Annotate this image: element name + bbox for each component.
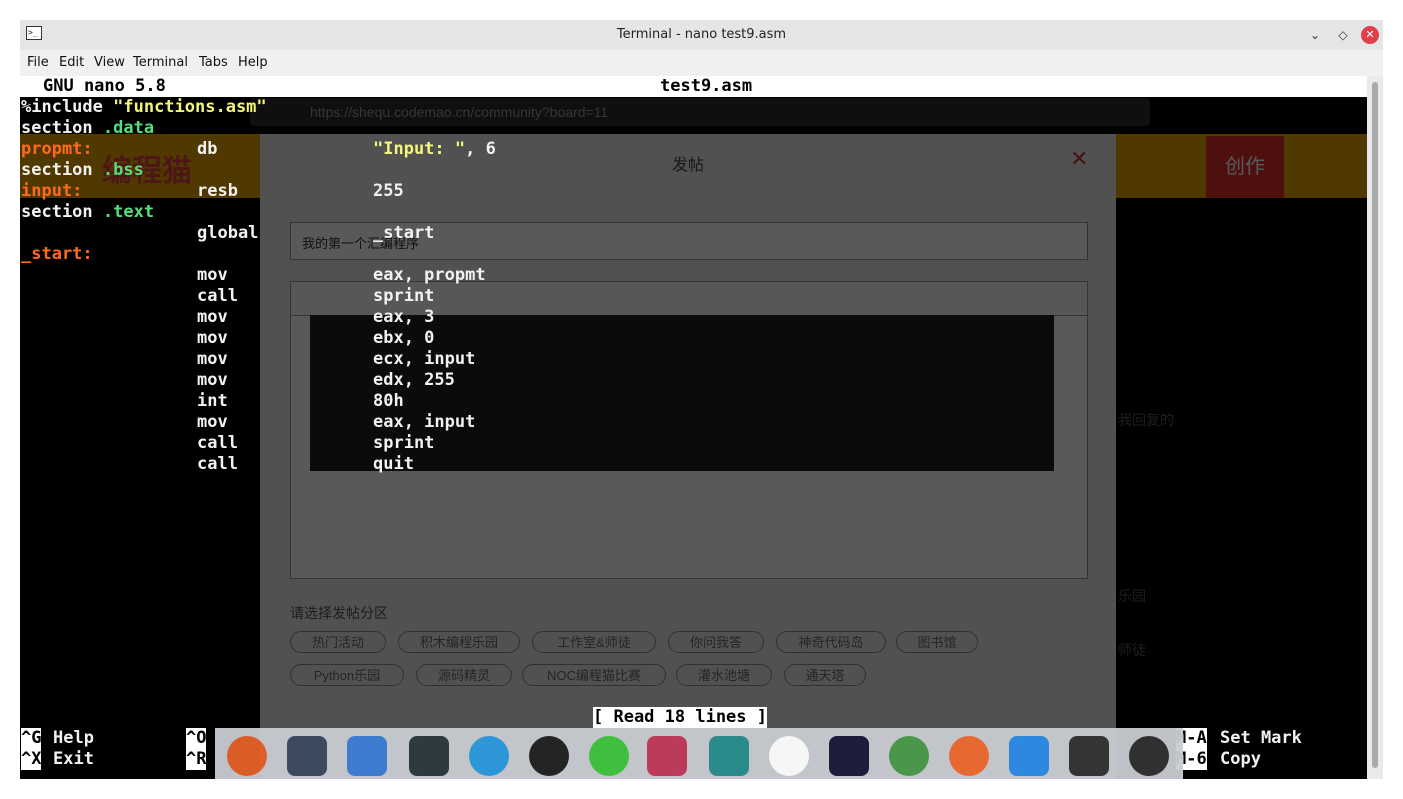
code-op: int: [197, 391, 228, 411]
code-arg: 255: [373, 181, 404, 201]
section-prompt: 请选择发帖分区: [290, 605, 388, 621]
code-label: propmt:: [21, 139, 93, 159]
dialog-title: 发帖: [672, 157, 705, 174]
minimize-icon[interactable]: ⌄: [1306, 26, 1324, 44]
pen-icon[interactable]: [949, 736, 989, 776]
maximize-icon[interactable]: ◇: [1334, 26, 1352, 44]
code-arg: ecx, input: [373, 349, 476, 369]
shortcut-key: ^X: [21, 749, 42, 770]
dock: [215, 728, 1183, 779]
side-item: 乐园: [1118, 588, 1146, 604]
document-icon[interactable]: [1009, 736, 1049, 776]
shortcut-key: ^O: [186, 728, 207, 749]
code-op: mov: [197, 307, 228, 327]
create-button: 创作: [1206, 136, 1284, 198]
media-icon[interactable]: [709, 736, 749, 776]
code-arg: sprint: [373, 286, 435, 306]
code-op: call: [197, 454, 238, 474]
menu-tabs[interactable]: Tabs: [199, 55, 228, 70]
section-chip: 通天塔: [784, 664, 866, 686]
screenshot-icon[interactable]: [647, 736, 687, 776]
code-arg: sprint: [373, 433, 435, 453]
music-icon[interactable]: [1129, 736, 1169, 776]
close-icon[interactable]: ✕: [1361, 26, 1379, 44]
code-arg: eax, propmt: [373, 265, 486, 285]
code-op: mov: [197, 370, 228, 390]
code-arg: ebx, 0: [373, 328, 435, 348]
code-op: resb: [197, 181, 238, 201]
nano-version: GNU nano 5.8: [43, 76, 166, 96]
menu-edit[interactable]: Edit: [59, 55, 84, 70]
nano-filename: test9.asm: [660, 76, 753, 96]
code-line: %include "functions.asm": [21, 97, 267, 117]
section-chip: 积木编程乐园: [398, 631, 520, 653]
code-op: call: [197, 433, 238, 453]
window-title: Terminal - nano test9.asm: [616, 27, 787, 42]
nano-status: [ Read 18 lines ]: [593, 707, 767, 728]
code-arg: eax, input: [373, 412, 476, 432]
code-op: mov: [197, 265, 228, 285]
wechat-icon[interactable]: [589, 736, 629, 776]
menu-view[interactable]: View: [94, 55, 125, 70]
shortcut-label: Help: [53, 728, 94, 748]
code-label: input:: [21, 181, 83, 201]
terminal-area[interactable]: https://shequ.codemao.cn/community?board…: [20, 76, 1367, 779]
side-item: 师徒: [1118, 642, 1146, 658]
menu-terminal[interactable]: Terminal: [133, 55, 188, 70]
files-icon[interactable]: [347, 736, 387, 776]
code-op: mov: [197, 412, 228, 432]
terminal-window: >_ Terminal - nano test9.asm ⌄ ◇ ✕ File …: [20, 20, 1383, 779]
code-op: global: [197, 223, 259, 243]
code-op: mov: [197, 328, 228, 348]
code-arg: eax, 3: [373, 307, 435, 327]
menu-help[interactable]: Help: [238, 55, 268, 70]
code-line: section .text: [21, 202, 155, 222]
qq-icon[interactable]: [529, 736, 569, 776]
section-chip: 热门活动: [290, 631, 386, 653]
shortcut-label: Copy: [1220, 749, 1261, 769]
side-reply: 我回复的: [1118, 412, 1174, 428]
shortcut-label: Set Mark: [1220, 728, 1302, 748]
code-op: call: [197, 286, 238, 306]
terminal-scrollbar[interactable]: [1367, 76, 1383, 779]
section-chip: 图书馆: [896, 631, 978, 653]
shortcut-key: ^R: [186, 749, 207, 770]
title-bar[interactable]: >_ Terminal - nano test9.asm ⌄ ◇ ✕: [20, 20, 1383, 50]
settings-icon[interactable]: [287, 736, 327, 776]
section-chip: 你问我答: [668, 631, 764, 653]
code-op: db: [197, 139, 218, 159]
menu-file[interactable]: File: [27, 55, 49, 70]
section-chip: 源码精灵: [416, 664, 512, 686]
code-label: _start:: [21, 244, 93, 264]
terminal-icon[interactable]: [409, 736, 449, 776]
section-chip: NOC编程猫比赛: [522, 664, 666, 686]
code-op: mov: [197, 349, 228, 369]
intellij-icon[interactable]: [829, 736, 869, 776]
section-chip: 神奇代码岛: [776, 631, 886, 653]
code-arg: 80h: [373, 391, 404, 411]
code-arg: _start: [373, 223, 435, 243]
android-studio-icon[interactable]: [889, 736, 929, 776]
section-chip: 工作室&师徒: [532, 631, 656, 653]
beaver-icon[interactable]: [769, 736, 809, 776]
section-chip: 灌水池塘: [676, 664, 772, 686]
shortcut-label: Exit: [53, 749, 94, 769]
browser-url: https://shequ.codemao.cn/community?board…: [310, 104, 609, 120]
scrollbar-thumb[interactable]: [1372, 82, 1378, 768]
menu-bar: File Edit View Terminal Tabs Help: [20, 50, 1383, 76]
code-arg: edx, 255: [373, 370, 455, 390]
code-line: section .data: [21, 118, 155, 138]
firefox-icon[interactable]: [227, 736, 267, 776]
code-arg: "Input: ", 6: [373, 139, 496, 159]
dialog-close-icon: ✕: [1070, 146, 1089, 171]
browser-icon[interactable]: [469, 736, 509, 776]
code-arg: quit: [373, 454, 414, 474]
code-line: section .bss: [21, 160, 144, 180]
section-chip: Python乐园: [290, 664, 404, 686]
shortcut-key: ^G: [21, 728, 42, 749]
calculator-icon[interactable]: [1069, 736, 1109, 776]
